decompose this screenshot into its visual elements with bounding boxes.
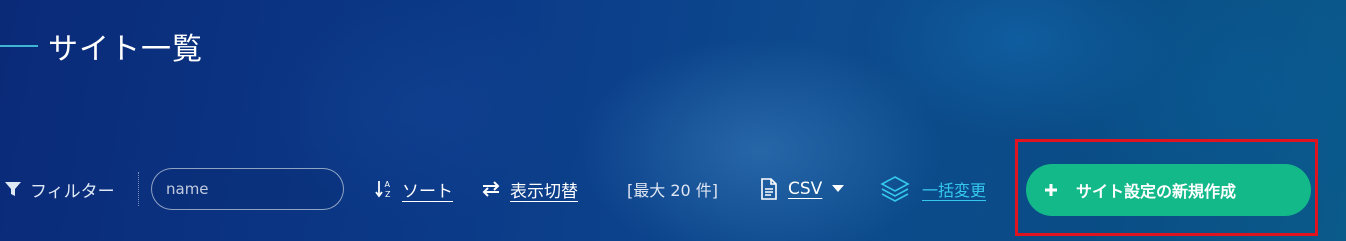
plus-icon xyxy=(1044,183,1058,197)
view-toggle-control[interactable]: 表示切替 xyxy=(481,166,578,212)
sort-az-icon: A Z xyxy=(375,180,391,199)
filter-label-group: フィルター xyxy=(4,166,115,212)
document-icon xyxy=(761,178,777,200)
svg-text:Z: Z xyxy=(385,190,391,199)
layers-icon xyxy=(880,176,910,202)
filter-label: フィルター xyxy=(30,181,115,202)
toolbar-divider xyxy=(138,172,139,206)
csv-link[interactable]: CSV xyxy=(788,179,822,199)
csv-control[interactable]: CSV xyxy=(760,166,845,212)
caret-down-icon[interactable] xyxy=(832,185,845,193)
bulk-edit-link[interactable]: 一括変更 xyxy=(922,177,986,201)
svg-text:A: A xyxy=(385,180,391,189)
create-button-label: サイト設定の新規作成 xyxy=(1076,182,1237,201)
sort-link[interactable]: ソート xyxy=(402,177,453,202)
max-count-label: [最大 20 件] xyxy=(627,181,719,200)
sort-control[interactable]: A Z ソート xyxy=(374,166,453,212)
filter-icon xyxy=(5,182,21,196)
name-filter-input[interactable] xyxy=(151,168,344,210)
title-accent-line xyxy=(0,45,38,47)
page-title: サイト一覧 xyxy=(48,32,203,67)
page-header: サイト一覧 xyxy=(0,24,203,68)
bulk-edit-control[interactable]: 一括変更 xyxy=(880,166,986,212)
create-site-settings-button[interactable]: サイト設定の新規作成 xyxy=(1026,164,1311,216)
swap-arrows-icon xyxy=(482,181,500,197)
view-toggle-link[interactable]: 表示切替 xyxy=(510,177,578,202)
